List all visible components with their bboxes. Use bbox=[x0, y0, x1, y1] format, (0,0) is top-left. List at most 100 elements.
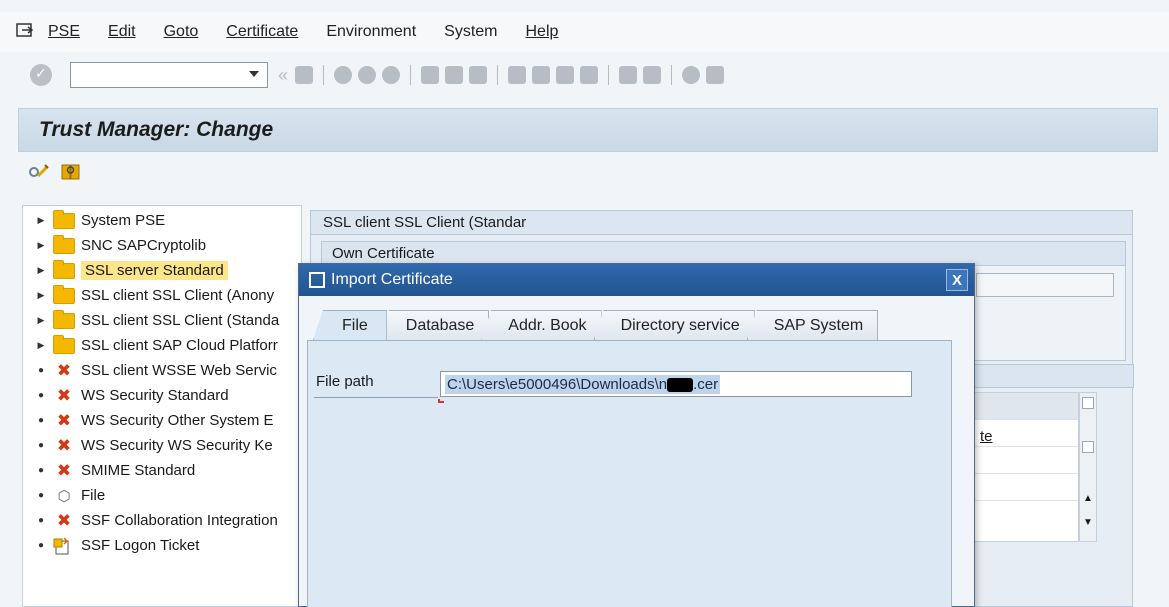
file-path-input[interactable]: C:\Users\e5000496\Downloads\n .cer bbox=[440, 371, 912, 397]
menu-pse[interactable]: PSE bbox=[48, 23, 80, 41]
folder-icon bbox=[53, 309, 75, 329]
error-x-icon: ✖ bbox=[56, 360, 72, 380]
scroll-up-icon[interactable]: ▲ bbox=[1083, 493, 1093, 504]
tree-item-label: SSL client SSL Client (Anony bbox=[81, 287, 275, 304]
tree-item-ssl-client-wsse[interactable]: ● ✖ SSL client WSSE Web Servic bbox=[23, 358, 301, 383]
certificate-table: te bbox=[971, 392, 1079, 542]
close-button[interactable]: X bbox=[946, 269, 968, 291]
menu-help[interactable]: Help bbox=[525, 23, 558, 41]
tree-item-ssl-server-standard[interactable]: ▶ SSL server Standard bbox=[23, 258, 301, 283]
find-icon[interactable] bbox=[445, 66, 464, 84]
import-certificate-dialog: Import Certificate X File Database Addr.… bbox=[298, 263, 975, 607]
last-page-icon[interactable] bbox=[580, 66, 599, 84]
new-session-icon[interactable] bbox=[619, 66, 638, 84]
bullet-icon: ● bbox=[37, 440, 45, 451]
other-object-icon[interactable] bbox=[60, 162, 82, 182]
file-cube-icon: ⬡ bbox=[57, 487, 71, 505]
error-x-icon: ✖ bbox=[56, 510, 72, 530]
scroll-down-icon[interactable]: ▼ bbox=[1083, 517, 1093, 528]
tree-item-ssl-client-anonymous[interactable]: ▶ SSL client SSL Client (Anony bbox=[23, 283, 301, 308]
dialog-title: Import Certificate bbox=[331, 271, 453, 288]
double-chevron-icon: « bbox=[278, 64, 289, 85]
menu-pse-label: PSE bbox=[48, 23, 81, 40]
exit-menu-icon[interactable] bbox=[16, 23, 34, 41]
certificate-link[interactable]: te bbox=[980, 428, 993, 445]
bullet-icon: ● bbox=[37, 490, 45, 501]
tab-file[interactable]: File bbox=[313, 310, 387, 340]
tree-item-ws-security-standard[interactable]: ● ✖ WS Security Standard bbox=[23, 383, 301, 408]
dialog-title-bar: Import Certificate X bbox=[299, 264, 974, 296]
command-dropdown-icon[interactable] bbox=[249, 71, 259, 77]
tree-item-snc-sapcryptolib[interactable]: ▶ SNC SAPCryptolib bbox=[23, 233, 301, 258]
exit-icon[interactable] bbox=[358, 66, 377, 84]
first-page-icon[interactable] bbox=[508, 66, 527, 84]
display-change-icon[interactable] bbox=[28, 162, 50, 182]
expand-arrow-icon[interactable]: ▶ bbox=[33, 215, 49, 226]
menu-system[interactable]: System bbox=[444, 23, 497, 41]
menu-certificate-label: Certificate bbox=[226, 23, 299, 40]
menu-help-label: Help bbox=[525, 23, 559, 40]
bullet-icon: ● bbox=[37, 390, 45, 401]
next-page-icon[interactable] bbox=[556, 66, 575, 84]
bullet-icon: ● bbox=[37, 365, 45, 376]
menu-certificate[interactable]: Certificate bbox=[226, 23, 298, 41]
folder-icon bbox=[53, 234, 75, 254]
folder-icon bbox=[53, 284, 75, 304]
folder-icon bbox=[53, 259, 75, 279]
tree-item-ssl-client-sap-cloud[interactable]: ▶ SSL client SAP Cloud Platforr bbox=[23, 333, 301, 358]
tree-item-ssf-logon-ticket[interactable]: ● SSF Logon Ticket bbox=[23, 533, 301, 558]
toolbar-separator bbox=[497, 65, 499, 85]
table-scrollbar[interactable]: ▲ ▼ bbox=[1079, 392, 1097, 542]
menu-goto[interactable]: Goto bbox=[164, 23, 199, 41]
folder-icon bbox=[53, 334, 75, 354]
tree-item-label: SNC SAPCryptolib bbox=[81, 237, 207, 254]
back-icon[interactable] bbox=[334, 66, 353, 84]
menu-edit[interactable]: Edit bbox=[108, 23, 136, 41]
tree-item-label: SSL server Standard bbox=[81, 261, 228, 280]
table-row[interactable] bbox=[972, 447, 1078, 474]
tab-sap-system[interactable]: SAP System bbox=[746, 310, 879, 340]
column-select-checkbox[interactable] bbox=[1082, 397, 1094, 409]
tree-item-file[interactable]: ● ⬡ File bbox=[23, 483, 301, 508]
layout-menu-icon[interactable] bbox=[706, 66, 725, 84]
expand-arrow-icon[interactable]: ▶ bbox=[33, 265, 49, 276]
save-icon[interactable] bbox=[295, 66, 314, 84]
screen-title-bar: Trust Manager: Change bbox=[18, 108, 1158, 152]
cancel-icon[interactable] bbox=[382, 66, 401, 84]
table-row[interactable] bbox=[972, 474, 1078, 501]
expand-arrow-icon[interactable]: ▶ bbox=[33, 315, 49, 326]
command-field[interactable] bbox=[70, 62, 268, 88]
tree-item-ws-security-other-system[interactable]: ● ✖ WS Security Other System E bbox=[23, 408, 301, 433]
file-path-value-suffix: .cer bbox=[693, 375, 719, 393]
shortcut-icon[interactable] bbox=[643, 66, 662, 84]
row-select-checkbox[interactable] bbox=[1082, 441, 1094, 453]
print-icon[interactable] bbox=[421, 66, 440, 84]
tree-item-ssf-collaboration[interactable]: ● ✖ SSF Collaboration Integration bbox=[23, 508, 301, 533]
bullet-icon: ● bbox=[37, 515, 45, 526]
owner-field[interactable] bbox=[976, 273, 1114, 297]
tree-item-ssl-client-standard[interactable]: ▶ SSL client SSL Client (Standa bbox=[23, 308, 301, 333]
menu-environment[interactable]: Environment bbox=[326, 23, 416, 41]
tree-item-system-pse[interactable]: ▶ System PSE bbox=[23, 208, 301, 233]
previous-page-icon[interactable] bbox=[532, 66, 551, 84]
tree-item-smime-standard[interactable]: ● ✖ SMIME Standard bbox=[23, 458, 301, 483]
menu-environment-label: Environment bbox=[326, 23, 417, 40]
help-icon[interactable] bbox=[682, 66, 701, 84]
tree-item-ws-security-keys[interactable]: ● ✖ WS Security WS Security Ke bbox=[23, 433, 301, 458]
expand-arrow-icon[interactable]: ▶ bbox=[33, 240, 49, 251]
tab-address-book[interactable]: Addr. Book bbox=[481, 310, 602, 340]
expand-arrow-icon[interactable]: ▶ bbox=[33, 290, 49, 301]
tree-item-label: File bbox=[81, 487, 106, 504]
enter-check-icon[interactable] bbox=[30, 64, 52, 86]
required-field-mark bbox=[438, 399, 444, 403]
toolbar-separator bbox=[608, 65, 610, 85]
expand-arrow-icon[interactable]: ▶ bbox=[33, 340, 49, 351]
tab-directory-service[interactable]: Directory service bbox=[593, 310, 755, 340]
tree-item-label: WS Security WS Security Ke bbox=[81, 437, 273, 454]
bullet-icon: ● bbox=[37, 465, 45, 476]
find-next-icon[interactable] bbox=[469, 66, 488, 84]
error-x-icon: ✖ bbox=[56, 460, 72, 480]
tab-database[interactable]: Database bbox=[378, 310, 490, 340]
table-row[interactable] bbox=[972, 393, 1078, 420]
menu-goto-label: Goto bbox=[163, 23, 199, 40]
